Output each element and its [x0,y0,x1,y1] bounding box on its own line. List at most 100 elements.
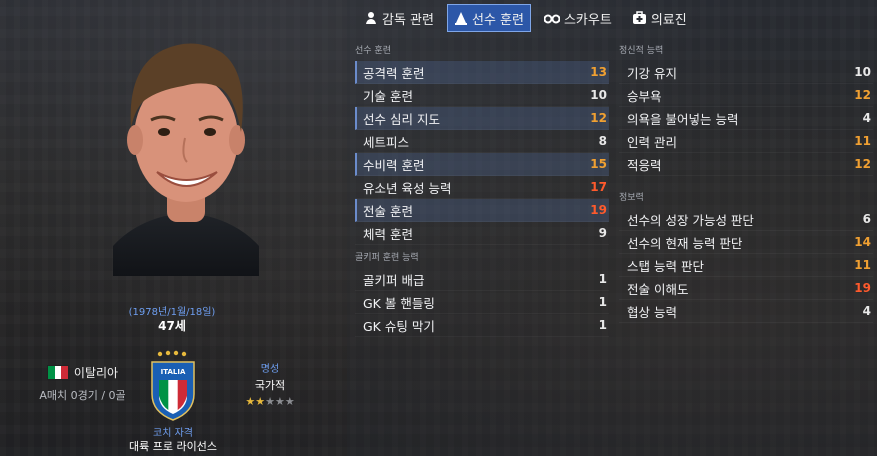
attribute-name: 체력 훈련 [363,226,413,242]
attribute-row[interactable]: 스탭 능력 판단 11 [619,254,873,277]
attribute-row[interactable]: 수비력 훈련 15 [355,153,609,176]
attribute-name: 선수의 현재 능력 판단 [627,235,743,251]
attribute-name: GK 슈팅 막기 [363,318,435,334]
mental-attribute-list: 기강 유지 10 승부욕 12 의욕을 불어넣는 능력 4 인력 관리 11 적응력 12 [619,61,873,176]
attribute-value: 13 [590,65,607,79]
date-of-birth: (1978년/1월/18일) [128,307,216,318]
star-empty-icon: ★ [265,395,275,408]
attribute-row[interactable]: 기술 훈련 10 [355,84,609,107]
coaching-badge-label: 코치 자격 [153,428,193,439]
attribute-name: 골키퍼 배급 [363,272,425,288]
attribute-name: 의욕을 불어넣는 능력 [627,111,739,127]
attribute-row[interactable]: GK 볼 핸들링 1 [355,291,609,314]
reputation-label: 명성 [260,364,280,375]
attribute-value: 17 [590,180,607,194]
tab-training[interactable]: 선수 훈련 [446,4,531,32]
attribute-row[interactable]: 적응력 12 [619,153,873,176]
star-empty-icon: ★ [284,395,295,408]
attribute-value: 1 [598,272,607,286]
tab-training-label: 선수 훈련 [471,12,524,28]
attribute-name: 전술 이해도 [627,281,689,297]
attribute-row[interactable]: 유소년 육성 능력 17 [355,176,609,199]
tab-medical[interactable]: 의료진 [625,4,694,32]
attribute-row[interactable]: 기강 유지 10 [619,61,873,84]
attribute-row[interactable]: 체력 훈련 9 [355,222,609,245]
attribute-value: 15 [590,157,607,171]
reputation-stars: ★★★★★ [232,395,308,408]
attribute-name: 적응력 [627,157,662,173]
attribute-name: GK 볼 핸들링 [363,295,435,311]
attribute-value: 1 [598,318,607,332]
section-title-training: 선수 훈련 [355,46,391,56]
binoculars-icon [543,14,560,24]
attribute-row[interactable]: 의욕을 불어넣는 능력 4 [619,107,873,130]
attribute-value: 12 [590,111,607,125]
attribute-name: 인력 관리 [627,134,677,150]
attribute-row[interactable]: 선수의 현재 능력 판단 14 [619,231,873,254]
training-cone-icon [454,12,467,25]
attribute-row[interactable]: 협상 능력 4 [619,300,873,323]
attribute-row[interactable]: 인력 관리 11 [619,130,873,153]
attribute-name: 선수의 성장 가능성 판단 [627,212,754,228]
medical-kit-icon [632,11,646,24]
attribute-value: 10 [590,88,607,102]
knowledge-attribute-list: 선수의 성장 가능성 판단 6 선수의 현재 능력 판단 14 스탭 능력 판단 11 전술… [619,208,873,323]
attribute-value: 19 [854,281,871,295]
nationality-block[interactable]: 이탈리아 A매치 0경기 / 0골 [25,364,140,403]
attribute-name: 공격력 훈련 [363,65,425,81]
tab-medical-label: 의료진 [650,12,687,28]
star-filled-icon: ★ [245,395,256,408]
attribute-row[interactable]: 전술 훈련 19 [355,199,609,222]
attribute-name: 기강 유지 [627,65,677,81]
manager-icon [366,12,376,24]
attribute-row[interactable]: 골키퍼 배급 1 [355,268,609,291]
attribute-value: 12 [854,157,871,171]
attribute-row[interactable]: 선수의 성장 가능성 판단 6 [619,208,873,231]
attribute-row[interactable]: 세트피스 8 [355,130,609,153]
attribute-value: 4 [862,111,871,125]
attribute-name: 협상 능력 [627,304,677,320]
attribute-name: 기술 훈련 [363,88,413,104]
reputation-value: 국가적 [254,379,286,392]
attribute-value: 19 [590,203,607,217]
attribute-row[interactable]: 선수 심리 지도 12 [355,107,609,130]
attribute-row[interactable]: GK 슈팅 막기 1 [355,314,609,337]
reputation-block: 명성 국가적 ★★★★★ [232,360,308,408]
international-caps: A매치 0경기 / 0골 [39,389,126,402]
staff-portrait [113,43,259,276]
attribute-row[interactable]: 승부욕 12 [619,84,873,107]
crest-text: ITALIA [161,368,186,376]
attribute-value: 11 [854,134,871,148]
italy-flag-icon [46,365,69,380]
coaching-badge-value: 대륙 프로 라이선스 [129,440,217,453]
attribute-value: 1 [598,295,607,309]
section-title-mental: 정신적 능력 [619,46,664,56]
tab-scouting-label: 스카우트 [563,12,612,28]
attribute-value: 9 [598,226,607,240]
section-title-goalkeeping: 골키퍼 훈련 능력 [355,253,419,263]
attribute-name: 전술 훈련 [363,203,413,219]
nationality-name: 이탈리아 [73,366,119,380]
attribute-name: 수비력 훈련 [363,157,425,173]
attribute-row[interactable]: 공격력 훈련 13 [355,61,609,84]
section-title-knowledge: 정보력 [619,193,644,203]
star-filled-icon: ★ [255,395,266,408]
attribute-name: 세트피스 [363,134,410,150]
attribute-value: 12 [854,88,871,102]
training-attribute-list: 공격력 훈련 13 기술 훈련 10 선수 심리 지도 12 세트피스 8 수비력 훈련 15 유소… [355,61,609,245]
attribute-name: 선수 심리 지도 [363,111,440,127]
star-empty-icon: ★ [274,395,285,408]
attribute-row[interactable]: 전술 이해도 19 [619,277,873,300]
attribute-value: 10 [854,65,871,79]
attribute-name: 스탭 능력 판단 [627,258,704,274]
attribute-name: 유소년 육성 능력 [363,180,452,196]
attribute-value: 4 [862,304,871,318]
attribute-value: 14 [854,235,871,249]
attribute-value: 8 [598,134,607,148]
tab-manager-label: 감독 관련 [382,12,434,28]
tab-manager[interactable]: 감독 관련 [357,4,441,32]
italy-federation-crest-icon: ITALIA [151,350,195,421]
tab-scouting[interactable]: 스카우트 [537,4,619,32]
attribute-name: 승부욕 [627,88,662,104]
age: 47세 [158,319,186,333]
